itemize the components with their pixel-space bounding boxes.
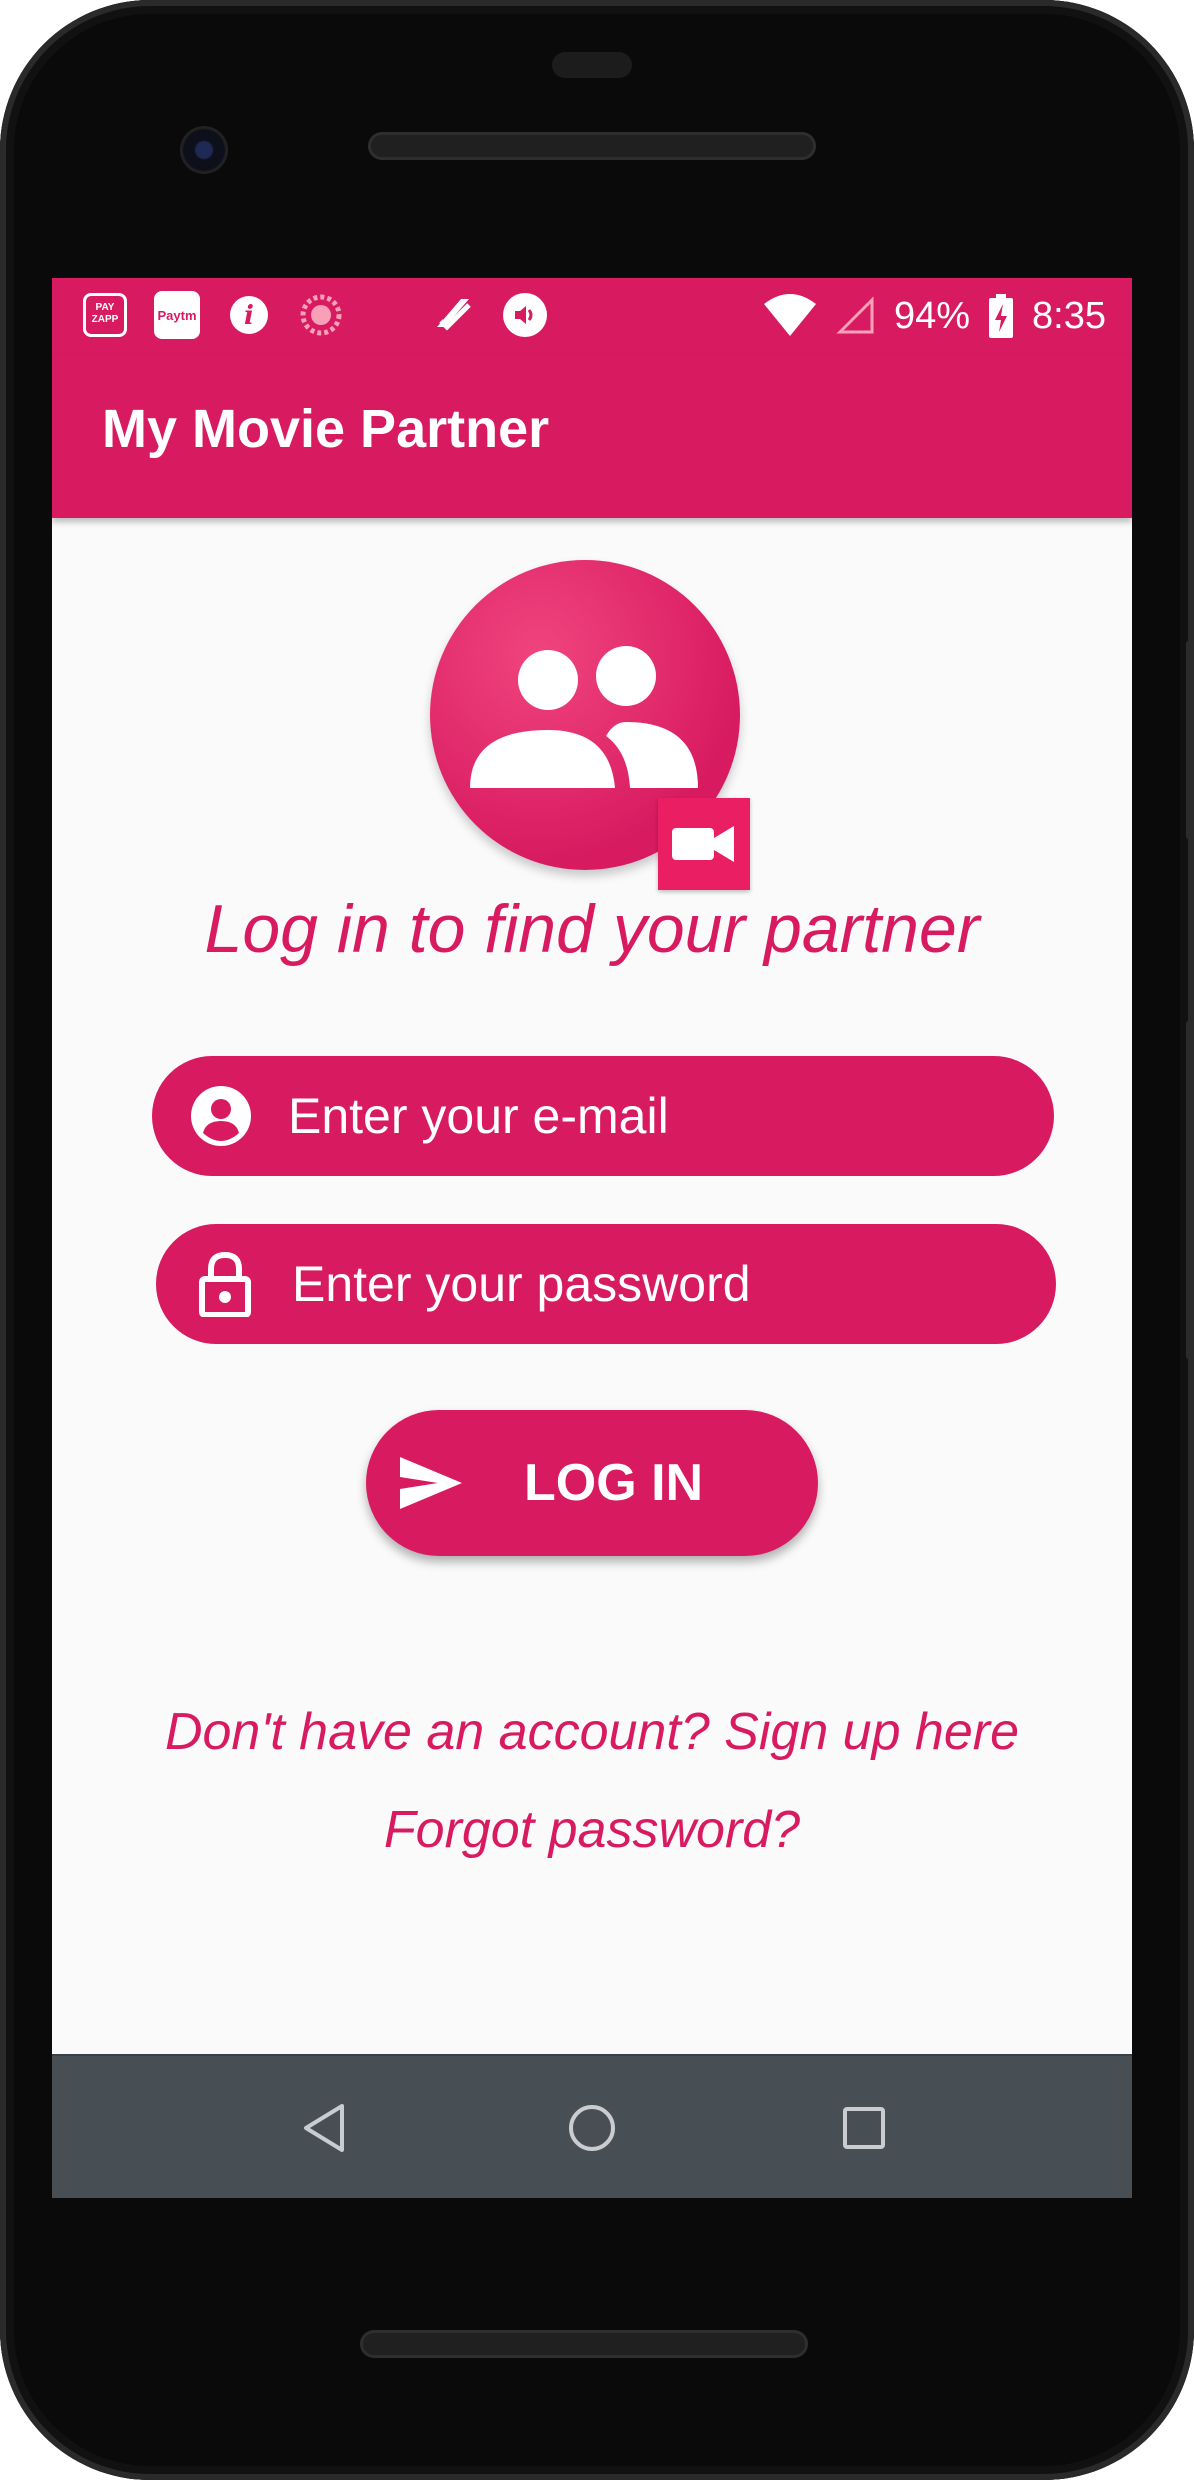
- cell-signal-icon: [836, 296, 874, 334]
- bottom-speaker: [360, 2330, 808, 2358]
- battery-charging-icon: [989, 294, 1014, 338]
- volume-icon: [502, 292, 548, 338]
- battery-percent: 94%: [893, 294, 971, 337]
- home-icon[interactable]: [560, 2096, 624, 2160]
- system-status: 94% 8:35: [762, 278, 1106, 354]
- send-icon: [400, 1457, 462, 1509]
- svg-text:i: i: [244, 301, 254, 331]
- paytm-icon: Paytm: [154, 291, 200, 339]
- volume-button: [1186, 1020, 1194, 1360]
- clock: 8:35: [1032, 294, 1106, 337]
- email-input[interactable]: [286, 1086, 990, 1146]
- sync-icon: [298, 292, 344, 338]
- login-button-label: LOG IN: [524, 1454, 704, 1512]
- video-camera-icon: [672, 826, 734, 862]
- screen: PAY ZAPP Paytm i 94% 8:35 My Movie Partn…: [52, 278, 1132, 2198]
- earpiece-speaker: [368, 132, 816, 160]
- task-icon: [430, 292, 476, 338]
- navigation-bar: [52, 2054, 1132, 2198]
- power-button: [1186, 640, 1194, 840]
- forgot-password-link[interactable]: Forgot password?: [52, 1800, 1132, 1860]
- account-circle-icon: [188, 1083, 254, 1149]
- app-bar: My Movie Partner: [52, 354, 1132, 518]
- email-field[interactable]: [152, 1056, 1054, 1176]
- wifi-icon: [763, 294, 816, 336]
- payzapp-icon: PAY ZAPP: [82, 292, 128, 338]
- password-input[interactable]: [290, 1254, 994, 1314]
- phone-frame: PAY ZAPP Paytm i 94% 8:35 My Movie Partn…: [0, 0, 1194, 2480]
- app-logo: [430, 560, 750, 890]
- front-camera: [180, 126, 228, 174]
- status-bar: PAY ZAPP Paytm i 94% 8:35: [52, 278, 1132, 354]
- login-button[interactable]: LOG IN: [366, 1410, 818, 1556]
- info-app-icon: i: [226, 292, 272, 338]
- notification-icons: PAY ZAPP Paytm i: [82, 291, 548, 339]
- password-field[interactable]: [156, 1224, 1056, 1344]
- app-title: My Movie Partner: [102, 399, 550, 459]
- recent-apps-icon[interactable]: [832, 2096, 896, 2160]
- login-headline: Log in to find your partner: [204, 891, 980, 967]
- lock-icon: [192, 1251, 258, 1317]
- top-sensor: [552, 52, 632, 78]
- signup-link[interactable]: Don't have an account? Sign up here: [52, 1702, 1132, 1762]
- back-icon[interactable]: [292, 2096, 356, 2160]
- video-camera-badge: [658, 798, 750, 890]
